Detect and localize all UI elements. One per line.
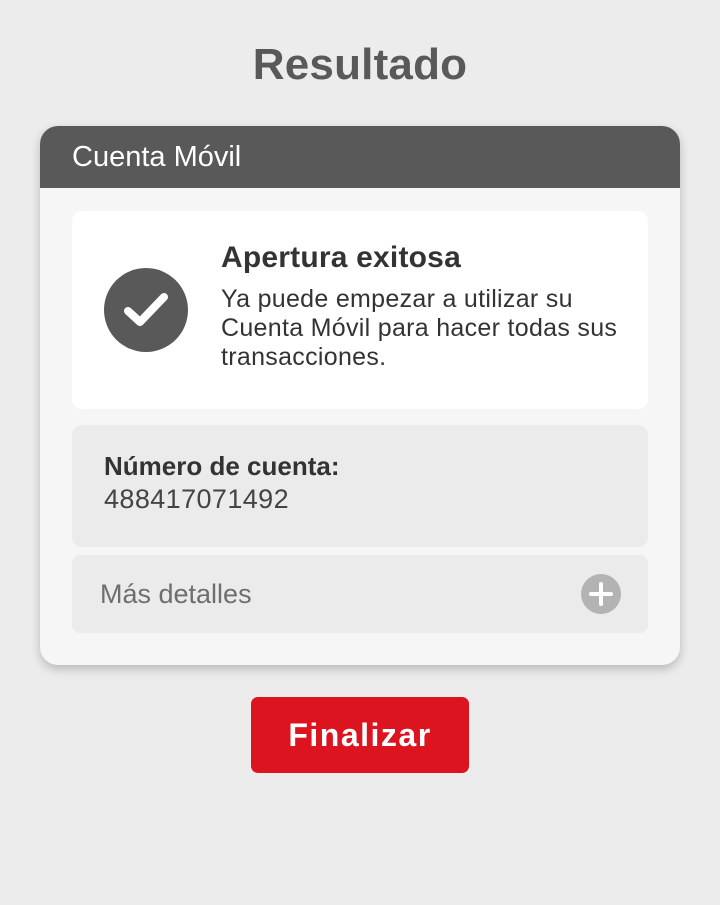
card-header: Cuenta Móvil (40, 126, 680, 188)
account-number-label: Número de cuenta: (104, 451, 340, 481)
success-panel: Apertura exitosa Ya puede empezar a util… (72, 211, 648, 409)
finish-button[interactable]: Finalizar (251, 697, 469, 773)
page-title: Resultado (252, 40, 468, 89)
account-number-panel: Número de cuenta: 488417071492 (72, 425, 648, 547)
success-text: Apertura exitosa Ya puede empezar a util… (221, 241, 621, 372)
account-number-value: 488417071492 (104, 484, 289, 514)
more-details-label: Más detalles (100, 579, 252, 609)
more-details-toggle[interactable]: Más detalles (72, 555, 648, 633)
success-message: Ya puede empezar a utilizar su Cuenta Mó… (221, 285, 618, 371)
result-page: Resultado Cuenta Móvil Apertura exitosa … (0, 0, 720, 905)
account-card: Cuenta Móvil Apertura exitosa Ya puede e… (40, 126, 680, 665)
plus-icon[interactable] (581, 574, 621, 614)
check-icon (104, 268, 188, 352)
success-title: Apertura exitosa (221, 241, 461, 274)
